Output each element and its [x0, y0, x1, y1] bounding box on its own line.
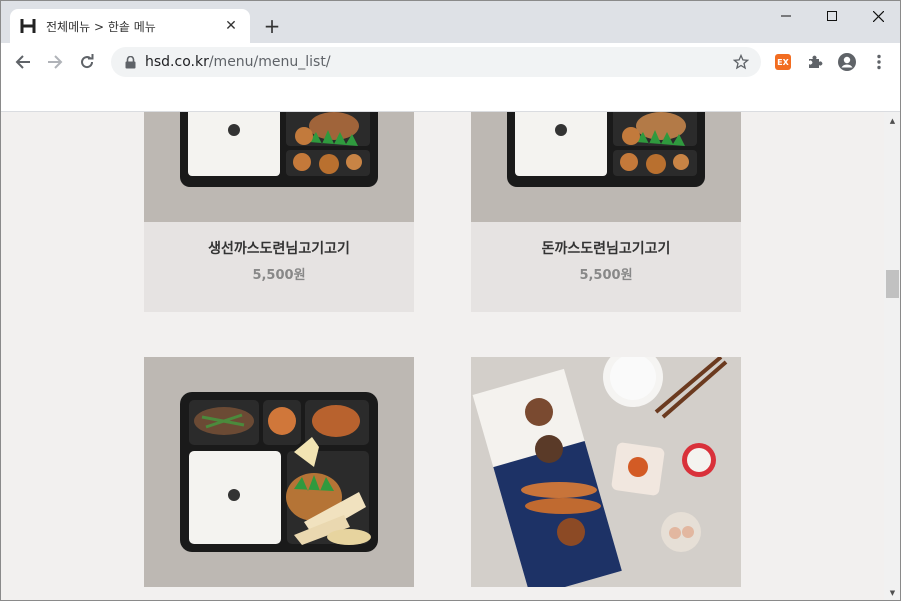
tab-active[interactable]: 전체메뉴 > 한솥 메뉴 ✕ [10, 9, 250, 43]
lock-icon[interactable] [123, 55, 137, 69]
bookmark-star-icon[interactable] [731, 52, 751, 72]
menu-card[interactable] [471, 357, 741, 587]
url-path: /menu/menu_list/ [208, 54, 331, 70]
vertical-scrollbar[interactable]: ▲ ▼ [884, 112, 900, 600]
address-bar[interactable]: hsd.co.kr/menu/menu_list/ [111, 47, 761, 77]
ex-extension-icon[interactable]: EX [773, 52, 793, 72]
menu-price: 5,500원 [579, 268, 633, 283]
menu-card[interactable]: 돈까스도련님고기고기 5,500원 [471, 112, 741, 312]
hansot-logo-icon [20, 18, 36, 34]
menu-name[interactable]: 생선까스도련님고기고기 [144, 238, 414, 258]
url-host: hsd.co.kr [145, 54, 209, 70]
new-tab-button[interactable]: + [260, 14, 284, 38]
menu-card[interactable]: 생선까스도련님고기고기 5,500원 [144, 112, 414, 312]
menu-photo[interactable] [471, 112, 741, 222]
close-window-button[interactable] [855, 1, 900, 31]
browser-window: 전체메뉴 > 한솥 메뉴 ✕ + hsd.co.kr/menu/menu_lis… [0, 0, 901, 601]
profile-avatar-icon[interactable] [837, 52, 857, 72]
reload-button[interactable] [73, 48, 101, 76]
back-button[interactable] [9, 48, 37, 76]
browser-toolbar: hsd.co.kr/menu/menu_list/ EX [1, 43, 900, 81]
forward-button[interactable] [41, 48, 69, 76]
menu-info: 생선까스도련님고기고기 5,500원 [144, 222, 414, 312]
tab-close-icon[interactable]: ✕ [222, 17, 240, 35]
ex-extension-badge: EX [775, 54, 791, 70]
kebab-menu-icon[interactable] [869, 52, 889, 72]
url-text[interactable]: hsd.co.kr/menu/menu_list/ [145, 54, 731, 70]
maximize-button[interactable] [809, 1, 855, 31]
extensions-puzzle-icon[interactable] [805, 52, 825, 72]
tab-strip: 전체메뉴 > 한솥 메뉴 ✕ + [1, 1, 900, 43]
menu-photo[interactable] [144, 112, 414, 222]
menu-info: 돈까스도련님고기고기 5,500원 [471, 222, 741, 312]
menu-photo[interactable] [144, 357, 414, 587]
minimize-button[interactable] [763, 1, 809, 31]
scroll-thumb[interactable] [886, 270, 899, 298]
menu-card[interactable] [144, 357, 414, 587]
tab-title: 전체메뉴 > 한솥 메뉴 [46, 19, 156, 34]
menu-price: 5,500원 [252, 268, 306, 283]
scroll-down-arrow-icon[interactable]: ▼ [884, 584, 900, 600]
scroll-up-arrow-icon[interactable]: ▲ [884, 112, 900, 129]
menu-photo[interactable] [471, 357, 741, 587]
bookmarks-bar [1, 81, 900, 112]
menu-name[interactable]: 돈까스도련님고기고기 [471, 238, 741, 258]
page-viewport: 생선까스도련님고기고기 5,500원 돈까스도련님고기고기 5,500원 [1, 112, 884, 600]
